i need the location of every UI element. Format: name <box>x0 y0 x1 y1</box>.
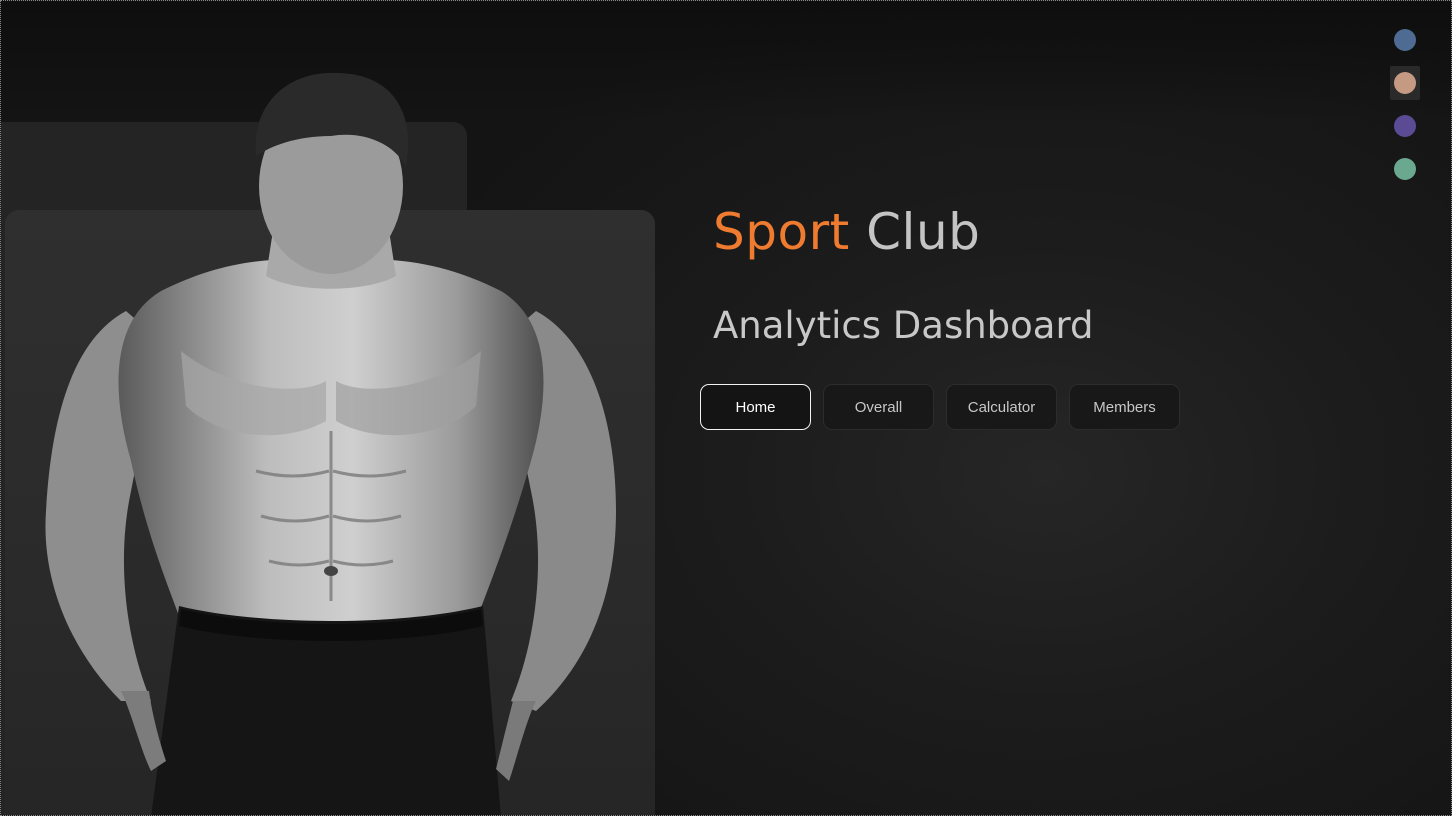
page-subtitle: Analytics Dashboard <box>713 304 1094 347</box>
nav-overall-button[interactable]: Overall <box>823 384 934 430</box>
title-word-club: Club <box>866 203 981 261</box>
theme-purple-button[interactable] <box>1390 109 1420 143</box>
theme-peach-button[interactable] <box>1390 66 1420 100</box>
theme-green-button[interactable] <box>1390 152 1420 186</box>
theme-purple-swatch <box>1394 115 1416 137</box>
title-word-sport: Sport <box>713 203 850 261</box>
nav-home-button[interactable]: Home <box>700 384 811 430</box>
dashboard-home-page: Sport Club Analytics Dashboard Home Over… <box>0 0 1452 816</box>
nav-calculator-button[interactable]: Calculator <box>946 384 1057 430</box>
nav-buttons: Home Overall Calculator Members <box>700 384 1180 430</box>
athlete-photo <box>45 72 616 815</box>
theme-peach-swatch <box>1394 72 1416 94</box>
nav-members-button[interactable]: Members <box>1069 384 1180 430</box>
theme-green-swatch <box>1394 158 1416 180</box>
theme-picker <box>1390 23 1420 195</box>
page-title: Sport Club <box>713 207 980 257</box>
theme-blue-swatch <box>1394 29 1416 51</box>
theme-blue-button[interactable] <box>1390 23 1420 57</box>
